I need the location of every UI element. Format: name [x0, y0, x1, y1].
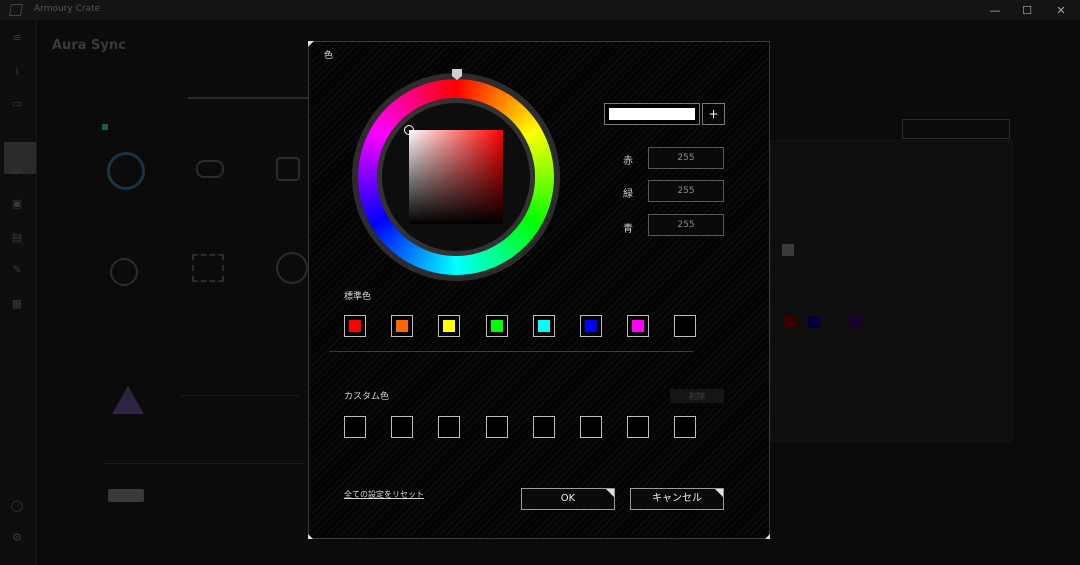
aura-creator-logo: [112, 386, 144, 414]
scenario-icon[interactable]: ▤: [10, 232, 24, 244]
custom-color-swatch[interactable]: [627, 416, 649, 438]
custom-color-swatch[interactable]: [674, 416, 696, 438]
saturation-value-square[interactable]: [409, 130, 503, 224]
standard-color-swatch[interactable]: [391, 315, 413, 337]
standard-color-swatch[interactable]: [486, 315, 508, 337]
custom-color-swatch[interactable]: [486, 416, 508, 438]
news-icon[interactable]: ▦: [10, 298, 24, 310]
standard-color-swatch-fill: [491, 320, 503, 332]
section-indicator-icon: [102, 124, 108, 130]
effect-breathing-icon[interactable]: [196, 160, 224, 178]
custom-color-swatch[interactable]: [580, 416, 602, 438]
color-preview: [604, 103, 700, 125]
app-logo-icon: [8, 4, 24, 16]
blue-input[interactable]: [648, 214, 724, 236]
ok-button[interactable]: OK: [521, 488, 615, 510]
green-label: 緑: [623, 189, 633, 200]
bg-swatch: [782, 244, 794, 256]
bg-swatch: [784, 316, 796, 328]
bg-divider: [104, 463, 304, 464]
button-corner-icon: [715, 489, 723, 497]
cancel-button-label: キャンセル: [652, 493, 702, 504]
standard-color-swatch-fill: [632, 320, 644, 332]
bg-swatch: [850, 316, 862, 328]
gamevisual-icon[interactable]: ▣: [10, 198, 24, 210]
effect-static-icon[interactable]: [107, 152, 145, 190]
bg-toggle[interactable]: [108, 489, 144, 502]
standard-color-swatch[interactable]: [438, 315, 460, 337]
standard-colors-label: 標準色: [344, 292, 372, 302]
maximize-button[interactable]: ☐: [1010, 0, 1044, 20]
reset-all-link[interactable]: 全ての設定をリセット: [344, 489, 424, 500]
dialog-corner-icon: [308, 534, 313, 539]
tools-icon[interactable]: ✎: [10, 264, 24, 276]
menu-icon[interactable]: ≡: [10, 32, 24, 44]
standard-color-swatch-fill: [443, 320, 455, 332]
device-icon[interactable]: ▭: [10, 98, 24, 110]
saturation-value-handle[interactable]: [404, 125, 414, 135]
info-icon[interactable]: i: [10, 66, 24, 78]
delete-custom-color-button[interactable]: 削除: [670, 389, 724, 403]
add-custom-color-button[interactable]: +: [702, 103, 725, 125]
button-corner-icon: [606, 489, 614, 497]
section-divider: [329, 351, 693, 352]
app-title: Armoury Crate: [34, 4, 101, 14]
app-titlebar: Armoury Crate — ☐ ✕: [0, 0, 1080, 20]
color-dialog: 色 + 赤 緑 青 標準色 カスタム色 削除 全ての設定をリセット OK キャン…: [308, 41, 770, 539]
standard-color-swatch[interactable]: [580, 315, 602, 337]
dialog-title: 色: [324, 51, 334, 61]
ok-button-label: OK: [560, 493, 576, 504]
settings-icon[interactable]: ⚙: [10, 532, 24, 544]
standard-color-swatch[interactable]: [533, 315, 555, 337]
effect-rainbow-icon[interactable]: [110, 258, 138, 286]
aura-icon[interactable]: ◇: [10, 164, 24, 176]
user-icon[interactable]: ◯: [10, 500, 24, 512]
bg-swatch: [808, 316, 820, 328]
standard-color-swatch[interactable]: [627, 315, 649, 337]
effect-adaptive-icon[interactable]: [192, 254, 224, 282]
bg-right-panel: [770, 140, 1012, 442]
standard-color-swatch[interactable]: [674, 315, 696, 337]
custom-color-swatch[interactable]: [438, 416, 460, 438]
dialog-corner-icon: [308, 41, 314, 47]
bg-dropdown[interactable]: [902, 119, 1010, 139]
custom-color-swatch[interactable]: [344, 416, 366, 438]
bg-divider: [180, 395, 300, 396]
active-tab-indicator: [188, 97, 308, 99]
custom-colors-label: カスタム色: [344, 392, 390, 402]
red-label: 赤: [623, 156, 633, 167]
color-preview-fill: [609, 108, 695, 120]
green-input[interactable]: [648, 180, 724, 202]
sidebar: ≡ i ▭ ◇ ▣ ▤ ✎ ▦ ◯ ⚙: [0, 20, 37, 565]
minimize-button[interactable]: —: [978, 0, 1012, 20]
custom-color-swatch[interactable]: [533, 416, 555, 438]
standard-color-swatch-fill: [396, 320, 408, 332]
effect-color-cycle-icon[interactable]: [276, 157, 300, 181]
page-title: Aura Sync: [52, 38, 126, 53]
dialog-corner-icon: [765, 534, 770, 539]
standard-color-swatch-fill: [349, 320, 361, 332]
red-input[interactable]: [648, 147, 724, 169]
blue-label: 青: [623, 224, 633, 235]
standard-color-swatch-fill: [585, 320, 597, 332]
custom-color-swatch[interactable]: [391, 416, 413, 438]
close-window-button[interactable]: ✕: [1044, 0, 1078, 20]
effect-off-icon[interactable]: [276, 252, 308, 284]
standard-color-swatch[interactable]: [344, 315, 366, 337]
standard-color-swatch-fill: [538, 320, 550, 332]
cancel-button[interactable]: キャンセル: [630, 488, 724, 510]
